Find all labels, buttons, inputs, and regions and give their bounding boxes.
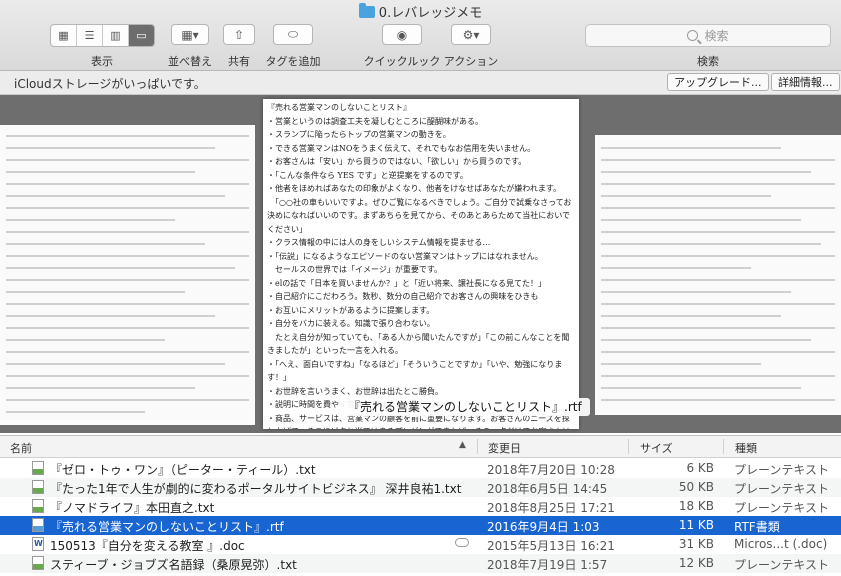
icloud-banner: iCloudストレージがいっぱいです。 アップグレード... 詳細情報... [0,71,841,95]
upgrade-button[interactable]: アップグレード... [667,73,769,91]
txt-file-icon [32,461,44,475]
selected-document-preview[interactable]: 『売れる営業マンのしないことリスト』 ・営業というのは調査工夫を凝しむところに醍… [263,99,579,429]
list-view-icon[interactable]: ☰ [77,25,103,46]
view-label: 表示 [91,55,113,68]
icon-view-icon[interactable]: ▦ [51,25,77,46]
table-row[interactable]: 『ゼロ・トゥ・ワン』（ピーター・ティール）.txt 2018年7月20日 10:… [0,459,841,478]
preview-caption: 『売れる営業マンのしないことリスト』.rtf [340,398,590,416]
tags-label: タグを追加 [265,55,321,68]
tag-icon[interactable]: ⬭ [273,24,313,45]
txt-file-icon [32,556,44,570]
table-row[interactable]: スティーブ・ジョブズ名語録（桑原晃弥）.txt 2018年7月19日 1:57 … [0,554,841,573]
eye-icon[interactable]: ◉ [382,24,422,45]
window-toolbar: 0.レバレッジメモ ▦ ☰ ▥ ▭ 表示 ▦▾ 並べ替え ⇧ 共有 ⬭ タグを追… [0,0,841,71]
cover-flow-icon[interactable]: ▭ [129,25,154,46]
tag-button[interactable]: ⬭ [273,24,313,45]
arrange-label: 並べ替え [168,55,212,68]
arrange-grid-icon[interactable]: ▦▾ [171,24,209,45]
view-mode-segment[interactable]: ▦ ☰ ▥ ▭ [50,24,155,47]
action-label: アクション [443,55,499,68]
details-button[interactable]: 詳細情報... [771,73,840,91]
quicklook-label: クイックルック [363,55,441,68]
search-icon [687,30,699,41]
action-button[interactable]: ⚙▾ [451,24,491,45]
search-label: 検索 [697,55,719,68]
document-preview-text: 『売れる営業マンのしないことリスト』 ・営業というのは調査工夫を凝しむところに醍… [267,103,572,429]
arrange-button[interactable]: ▦▾ [171,24,209,45]
cover-flow-preview[interactable]: 『売れる営業マンのしないことリスト』 ・営業というのは調査工夫を凝しむところに醍… [0,95,841,433]
column-modified[interactable]: 変更日 [488,440,521,456]
next-document-thumbnail[interactable] [595,135,841,415]
txt-file-icon [32,480,44,494]
folder-icon [358,3,375,18]
window-title: 0.レバレッジメモ [0,2,841,21]
previous-document-thumbnail[interactable] [0,125,255,425]
table-row[interactable]: 150513『自分を変える教室 』.doc 2015年5月13日 16:21 3… [0,535,841,554]
share-icon[interactable]: ⇧ [223,24,255,45]
icloud-download-icon[interactable] [455,538,469,547]
table-row[interactable]: 『ノマドライフ』本田直之.txt 2018年8月25日 17:21 18 KB … [0,497,841,516]
txt-file-icon [32,499,44,513]
rtf-file-icon [32,518,44,532]
column-kind[interactable]: 種類 [735,440,757,456]
table-row[interactable]: 『たった1年で人生が劇的に変わるポータルサイトビジネス』 深井良祐1.txt 2… [0,478,841,497]
doc-file-icon [32,537,44,551]
gear-icon[interactable]: ⚙▾ [451,24,491,45]
table-row-selected[interactable]: 『売れる営業マンのしないことリスト』.rtf 2016年9月4日 1:03 11… [0,516,841,535]
search-input[interactable]: 検索 [585,24,831,47]
column-name[interactable]: 名前 [10,440,32,456]
file-list-header: 名前 ▲ 変更日 サイズ 種類 [0,435,841,458]
sort-ascending-icon: ▲ [459,440,466,450]
icloud-message: iCloudストレージがいっぱいです。 [14,77,206,91]
share-button[interactable]: ⇧ [223,24,255,45]
column-view-icon[interactable]: ▥ [103,25,129,46]
column-size[interactable]: サイズ [640,440,673,456]
share-label: 共有 [228,55,250,68]
quicklook-button[interactable]: ◉ [382,24,422,45]
